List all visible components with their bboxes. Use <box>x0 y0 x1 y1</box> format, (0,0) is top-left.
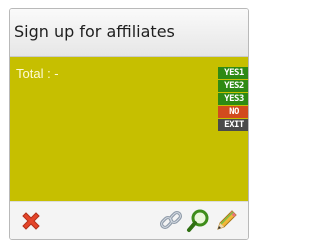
no-button[interactable]: NO <box>218 106 248 118</box>
total-label: Total : - <box>16 66 59 81</box>
widget-footer <box>10 201 248 239</box>
affiliate-widget: Sign up for affiliates Total : - YES1 YE… <box>9 8 249 240</box>
tag-column: YES1 YES2 YES3 NO EXIT <box>218 67 248 132</box>
close-icon[interactable] <box>18 208 44 234</box>
edit-icon[interactable] <box>213 208 239 234</box>
widget-title: Sign up for affiliates <box>14 22 175 41</box>
widget-body: Total : - YES1 YES2 YES3 NO EXIT <box>10 57 248 201</box>
yes3-button[interactable]: YES3 <box>218 93 248 105</box>
exit-button[interactable]: EXIT <box>218 119 248 131</box>
yes2-button[interactable]: YES2 <box>218 80 248 92</box>
yes1-button[interactable]: YES1 <box>218 67 248 79</box>
search-icon[interactable] <box>185 208 211 234</box>
title-bar: Sign up for affiliates <box>10 9 248 57</box>
link-icon[interactable] <box>158 208 184 234</box>
